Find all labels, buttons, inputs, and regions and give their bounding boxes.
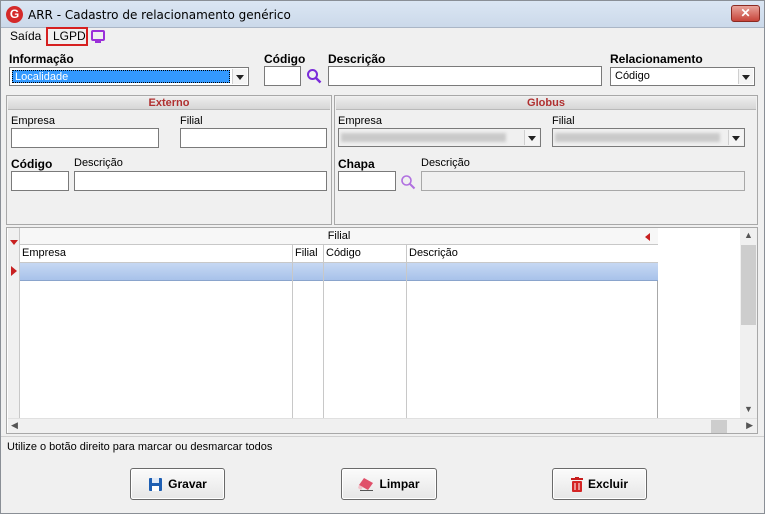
scroll-right-icon[interactable]: ▶	[746, 420, 753, 431]
current-row-icon	[11, 266, 17, 276]
redacted-value	[341, 133, 506, 142]
relacionamento-label: Relacionamento	[610, 52, 703, 66]
informacao-selected: Localidade	[12, 70, 230, 83]
lgpd-highlight-box	[46, 27, 88, 46]
externo-codigo-label: Código	[11, 157, 53, 171]
column-divider	[323, 263, 324, 418]
limpar-button[interactable]: Limpar	[341, 468, 437, 500]
externo-filial-input[interactable]	[180, 128, 327, 148]
limpar-label: Limpar	[379, 477, 420, 491]
column-header-descricao[interactable]: Descrição	[407, 245, 658, 263]
column-divider	[292, 263, 293, 418]
gravar-button[interactable]: Gravar	[130, 468, 225, 500]
main-window: G ARR - Cadastro de relacionamento genér…	[0, 0, 765, 514]
title-bar: G ARR - Cadastro de relacionamento genér…	[1, 1, 764, 28]
scroll-left-icon[interactable]: ◀	[11, 420, 18, 431]
chevron-down-icon[interactable]	[524, 130, 539, 145]
status-text: Utilize o botão direito para marcar ou d…	[7, 441, 273, 453]
codigo-input[interactable]	[264, 66, 301, 86]
scroll-down-icon[interactable]: ▼	[744, 404, 753, 414]
chevron-down-icon[interactable]	[728, 130, 743, 145]
redacted-value	[555, 133, 720, 142]
externo-empresa-input[interactable]	[11, 128, 159, 148]
column-divider	[406, 263, 407, 418]
divider	[1, 436, 764, 437]
column-header-codigo[interactable]: Código	[324, 245, 407, 263]
scroll-thumb[interactable]	[711, 420, 727, 433]
menu-bar: Saída LGPD	[1, 28, 764, 46]
search-icon[interactable]	[400, 174, 416, 190]
trash-icon	[570, 476, 583, 492]
save-icon	[149, 477, 163, 491]
scroll-thumb[interactable]	[741, 245, 756, 325]
informacao-select[interactable]: Localidade	[9, 67, 249, 86]
collapse-arrow-icon[interactable]	[645, 233, 650, 241]
relations-grid[interactable]: Filial Empresa Filial Código Descrição ▲…	[6, 227, 758, 434]
gravar-label: Gravar	[168, 477, 207, 491]
globus-descricao-input	[421, 171, 745, 191]
column-header-empresa[interactable]: Empresa	[20, 245, 293, 263]
globus-empresa-label: Empresa	[338, 115, 383, 127]
globus-title: Globus	[336, 97, 756, 110]
codigo-label: Código	[264, 52, 306, 66]
descricao-input[interactable]	[328, 66, 602, 86]
externo-descricao-label: Descrição	[74, 157, 123, 169]
sort-indicator-icon	[10, 240, 18, 245]
globus-chapa-input[interactable]	[338, 171, 396, 191]
eraser-icon	[358, 478, 374, 491]
externo-title: Externo	[8, 97, 330, 110]
globus-empresa-select[interactable]	[338, 128, 541, 147]
externo-codigo-input[interactable]	[11, 171, 69, 191]
group-header[interactable]: Filial	[20, 228, 658, 245]
window-title: ARR - Cadastro de relacionamento genéric…	[28, 8, 291, 22]
excluir-button[interactable]: Excluir	[552, 468, 647, 500]
globus-descricao-label: Descrição	[421, 157, 470, 169]
app-logo-icon: G	[6, 6, 23, 23]
relacionamento-select[interactable]: Código	[610, 67, 755, 86]
column-header-filial[interactable]: Filial	[293, 245, 324, 263]
globus-filial-select[interactable]	[552, 128, 745, 147]
globus-panel: Globus	[334, 95, 758, 225]
descricao-label: Descrição	[328, 52, 386, 66]
chevron-down-icon[interactable]	[738, 69, 753, 84]
relacionamento-selected: Código	[615, 70, 650, 82]
externo-filial-label: Filial	[180, 115, 203, 127]
globus-chapa-label: Chapa	[338, 157, 375, 171]
vertical-scrollbar[interactable]: ▲ ▼	[740, 228, 757, 418]
table-row[interactable]	[20, 263, 658, 281]
informacao-label: Informação	[9, 52, 74, 66]
search-icon[interactable]	[306, 68, 322, 84]
horizontal-scrollbar[interactable]: ◀ ▶	[8, 418, 757, 433]
grid-header-row: Empresa Filial Código Descrição	[20, 245, 658, 263]
row-indicator-column	[8, 228, 20, 418]
globus-filial-label: Filial	[552, 115, 575, 127]
excluir-label: Excluir	[587, 477, 629, 491]
externo-descricao-input[interactable]	[74, 171, 327, 191]
menu-saida[interactable]: Saída	[10, 29, 41, 43]
chevron-down-icon[interactable]	[232, 69, 247, 84]
close-button[interactable]: ✕	[731, 5, 760, 22]
grid-body: Filial Empresa Filial Código Descrição	[8, 228, 658, 418]
scroll-up-icon[interactable]: ▲	[744, 230, 753, 240]
group-label: Filial	[327, 230, 351, 242]
monitor-icon[interactable]	[91, 30, 105, 43]
externo-empresa-label: Empresa	[11, 115, 56, 127]
